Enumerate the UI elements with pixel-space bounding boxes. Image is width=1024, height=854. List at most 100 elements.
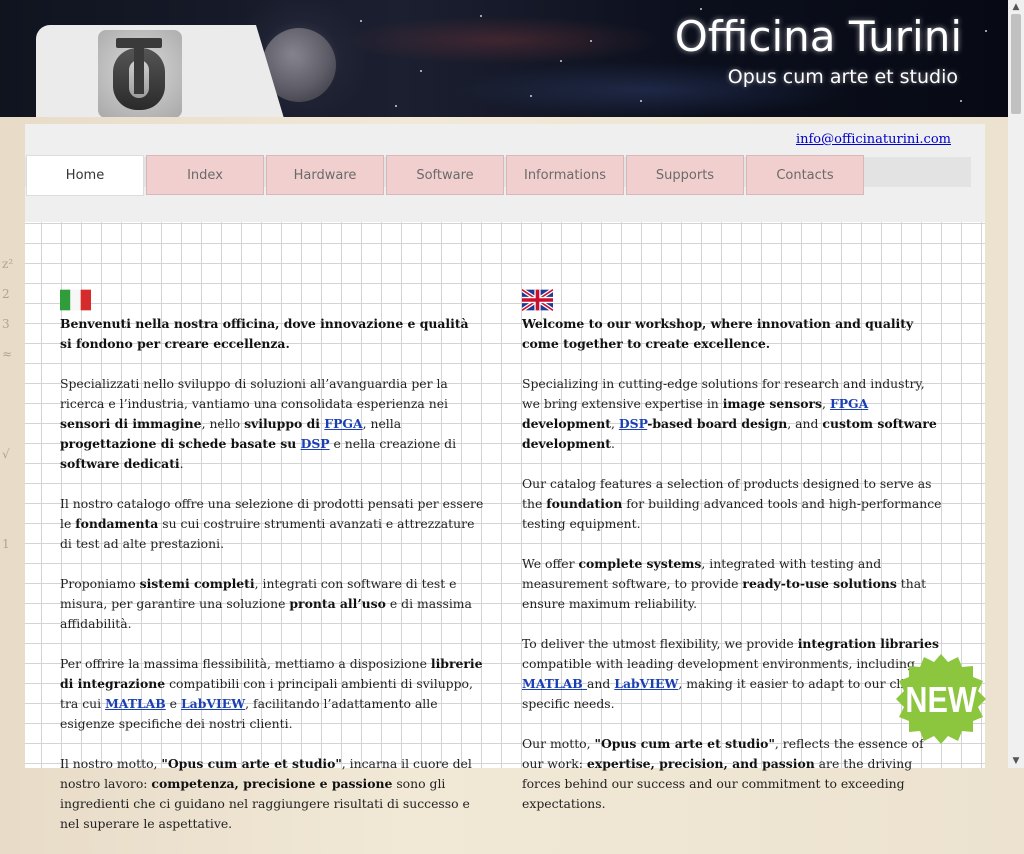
it-paragraph-motto: Il nostro motto, "Opus cum arte et studi…	[60, 754, 484, 834]
email-link[interactable]: info@officinaturini.com	[796, 132, 951, 147]
tab-index[interactable]: Index	[146, 155, 264, 195]
en-bold: foundation	[546, 496, 623, 511]
scroll-thumb[interactable]	[1011, 14, 1021, 114]
it-text: .	[179, 456, 184, 471]
en-bold: complete systems	[578, 556, 702, 571]
it-paragraph-welcome: Benvenuti nella nostra officina, dove in…	[60, 314, 484, 354]
paper-scribble: z²	[2, 257, 14, 271]
en-text: We offer	[522, 556, 579, 571]
top-bar: info@officinaturini.com Home Index Hardw…	[25, 124, 985, 222]
star	[420, 70, 422, 72]
star	[530, 95, 532, 97]
tab-hardware[interactable]: Hardware	[266, 155, 384, 195]
en-bold: ready-to-use solutions	[742, 576, 897, 591]
en-bold: -based board design	[647, 416, 788, 431]
it-bold: pronta all’uso	[289, 596, 386, 611]
logo-t-bar	[116, 38, 162, 48]
en-text: and	[586, 676, 615, 691]
paper-scribble: 1	[2, 537, 10, 551]
it-paragraph-systems: Proponiamo sistemi completi, integrati c…	[60, 574, 484, 634]
labview-link[interactable]: LabVIEW	[181, 696, 245, 711]
en-text: compatible with leading development envi…	[522, 656, 915, 671]
labview-link[interactable]: LabVIEW	[614, 676, 678, 691]
dsp-link[interactable]: DSP	[619, 416, 647, 431]
tab-contacts[interactable]: Contacts	[746, 155, 864, 195]
star	[985, 30, 987, 32]
it-text: e nella creazione di	[329, 436, 457, 451]
en-text: .	[611, 436, 615, 451]
en-text: ,	[822, 396, 830, 411]
fpga-link[interactable]: FPGA	[324, 416, 362, 431]
star	[590, 40, 592, 42]
it-bold: "Opus cum arte et studio"	[161, 756, 342, 771]
it-text: Proponiamo	[60, 576, 140, 591]
paper-scribble: ≈	[2, 347, 13, 361]
tab-home[interactable]: Home	[26, 155, 144, 196]
en-paragraph-systems: We offer complete systems, integrated wi…	[522, 554, 946, 614]
it-text: Per offrire la massima flessibilità, met…	[60, 656, 431, 671]
it-text: e	[165, 696, 181, 711]
star	[700, 8, 702, 10]
it-bold: sistemi completi	[139, 576, 255, 591]
italian-flag-icon	[60, 289, 91, 311]
site-header: Officina Turini Opus cum arte et studio	[0, 0, 1008, 117]
logo-t-stem	[134, 44, 144, 94]
en-paragraph-specialization: Specializing in cutting-edge solutions f…	[522, 374, 946, 454]
scroll-up-arrow-icon[interactable]: ▲	[1008, 0, 1024, 14]
en-text: , and	[787, 416, 823, 431]
content-area: Benvenuti nella nostra officina, dove in…	[25, 222, 985, 831]
it-text: Il nostro motto,	[60, 756, 162, 771]
matlab-link[interactable]: MATLAB	[522, 676, 587, 691]
it-text: Specializzati nello sviluppo di soluzion…	[60, 376, 449, 411]
en-paragraph-catalog: Our catalog features a selection of prod…	[522, 474, 946, 534]
it-paragraph-catalog: Il nostro catalogo offre una selezione d…	[60, 494, 484, 554]
it-text: , nella	[362, 416, 402, 431]
en-paragraph-libraries: To deliver the utmost flexibility, we pr…	[522, 634, 946, 714]
it-bold: software dedicati	[60, 456, 180, 471]
fpga-link[interactable]: FPGA	[830, 396, 868, 411]
star	[480, 15, 482, 17]
it-paragraph-specialization: Specializzati nello sviluppo di soluzion…	[60, 374, 484, 474]
en-paragraph-welcome: Welcome to our workshop, where innovatio…	[522, 314, 946, 354]
en-bold: expertise, precision, and passion	[586, 756, 815, 771]
scroll-down-arrow-icon[interactable]: ▼	[1008, 754, 1024, 768]
vertical-scrollbar[interactable]: ▲ ▼	[1008, 0, 1024, 768]
it-bold: sensori di immagine	[60, 416, 202, 431]
en-welcome-text: Welcome to our workshop, where innovatio…	[522, 316, 914, 351]
en-paragraph-motto: Our motto, "Opus cum arte et studio", re…	[522, 734, 946, 814]
tab-informations[interactable]: Informations	[506, 155, 624, 195]
star	[960, 100, 962, 102]
new-badge[interactable]: NEW	[896, 654, 986, 744]
dsp-link[interactable]: DSP	[301, 436, 330, 451]
it-bold: progettazione di schede basate su	[60, 436, 301, 451]
star	[640, 100, 642, 102]
site-subtitle: Opus cum arte et studio	[727, 66, 958, 88]
it-welcome-text: Benvenuti nella nostra officina, dove in…	[60, 316, 469, 351]
main-container: info@officinaturini.com Home Index Hardw…	[25, 124, 985, 831]
star	[560, 60, 562, 62]
en-bold: development	[522, 416, 611, 431]
paper-scribble: √	[2, 447, 10, 461]
italian-column: Benvenuti nella nostra officina, dove in…	[60, 288, 484, 854]
en-text: Our motto,	[522, 736, 595, 751]
it-text: , nello	[201, 416, 245, 431]
it-bold: competenza, precisione e passione	[151, 776, 393, 791]
paper-scribble: 2	[2, 287, 10, 301]
en-text: ,	[611, 416, 619, 431]
it-paragraph-libraries: Per offrire la massima flessibilità, met…	[60, 654, 484, 734]
en-bold: image sensors	[722, 396, 823, 411]
it-bold: fondamenta	[75, 516, 159, 531]
matlab-link[interactable]: MATLAB	[105, 696, 166, 711]
badge-label: NEW	[905, 681, 977, 721]
uk-flag-icon	[522, 288, 553, 312]
site-title: Officina Turini	[674, 12, 962, 61]
tab-supports[interactable]: Supports	[626, 155, 744, 195]
it-bold: sviluppo di	[244, 416, 325, 431]
star	[360, 20, 362, 22]
en-bold: "Opus cum arte et studio"	[594, 736, 775, 751]
background-paper-left: z² 2 3 ≈ √ 1	[0, 117, 25, 768]
en-bold: integration libraries	[797, 636, 939, 651]
tab-software[interactable]: Software	[386, 155, 504, 195]
english-column: Welcome to our workshop, where innovatio…	[522, 288, 946, 834]
en-text: To deliver the utmost flexibility, we pr…	[522, 636, 798, 651]
